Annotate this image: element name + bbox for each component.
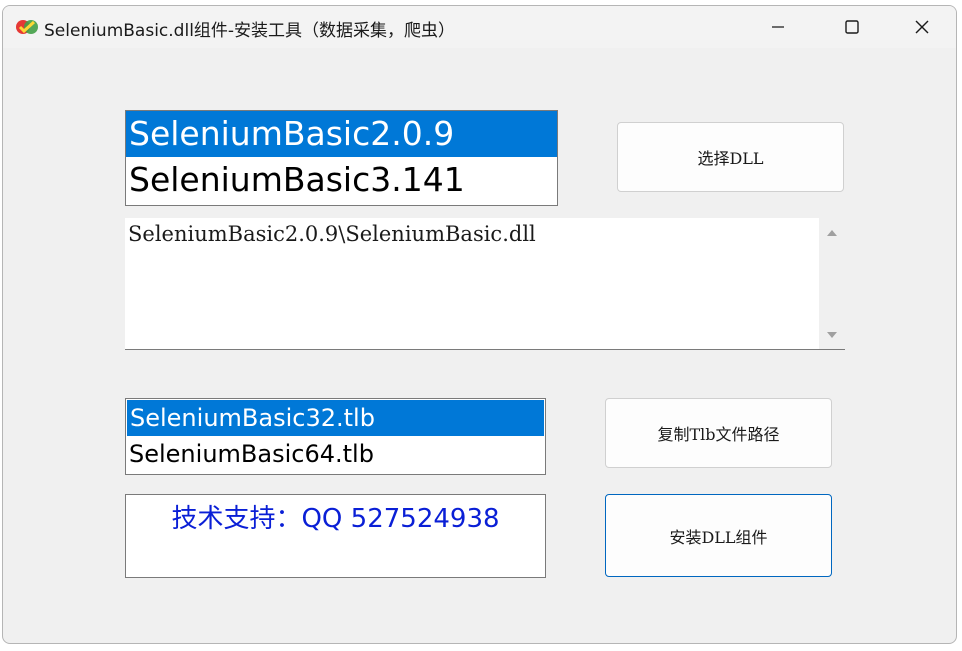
- app-window: SeleniumBasic.dll组件-安装工具（数据采集，爬虫） Seleni…: [2, 5, 957, 644]
- close-icon: [915, 20, 929, 34]
- scroll-down-icon[interactable]: [826, 330, 838, 340]
- dll-path-value: SeleniumBasic2.0.9\SeleniumBasic.dll: [128, 222, 536, 246]
- copy-tlb-path-button[interactable]: 复制Tlb文件路径: [605, 398, 832, 468]
- window-title: SeleniumBasic.dll组件-安装工具（数据采集，爬虫）: [44, 21, 456, 41]
- support-text: 技术支持：QQ 527524938: [171, 504, 500, 534]
- dll-path-textbox[interactable]: SeleniumBasic2.0.9\SeleniumBasic.dll: [125, 218, 845, 350]
- version-item-3-141[interactable]: SeleniumBasic3.141: [126, 157, 557, 203]
- select-dll-button[interactable]: 选择DLL: [617, 122, 844, 192]
- maximize-icon: [845, 20, 859, 34]
- support-info-box: 技术支持：QQ 527524938: [125, 494, 546, 578]
- close-button[interactable]: [887, 6, 956, 48]
- tlb-listbox[interactable]: SeleniumBasic32.tlb SeleniumBasic64.tlb: [125, 398, 546, 475]
- vertical-scrollbar[interactable]: [819, 218, 845, 349]
- version-item-2-0-9[interactable]: SeleniumBasic2.0.9: [126, 111, 557, 157]
- maximize-button[interactable]: [817, 6, 887, 48]
- scroll-up-icon[interactable]: [826, 228, 838, 238]
- selenium-logo-icon: [16, 20, 38, 34]
- tlb-item-32[interactable]: SeleniumBasic32.tlb: [127, 400, 544, 436]
- minimize-icon: [772, 26, 784, 28]
- title-bar[interactable]: SeleniumBasic.dll组件-安装工具（数据采集，爬虫）: [3, 6, 956, 48]
- tlb-item-64[interactable]: SeleniumBasic64.tlb: [126, 436, 545, 472]
- minimize-button[interactable]: [743, 6, 813, 48]
- version-listbox[interactable]: SeleniumBasic2.0.9 SeleniumBasic3.141: [125, 110, 558, 206]
- install-dll-button[interactable]: 安装DLL组件: [605, 494, 832, 577]
